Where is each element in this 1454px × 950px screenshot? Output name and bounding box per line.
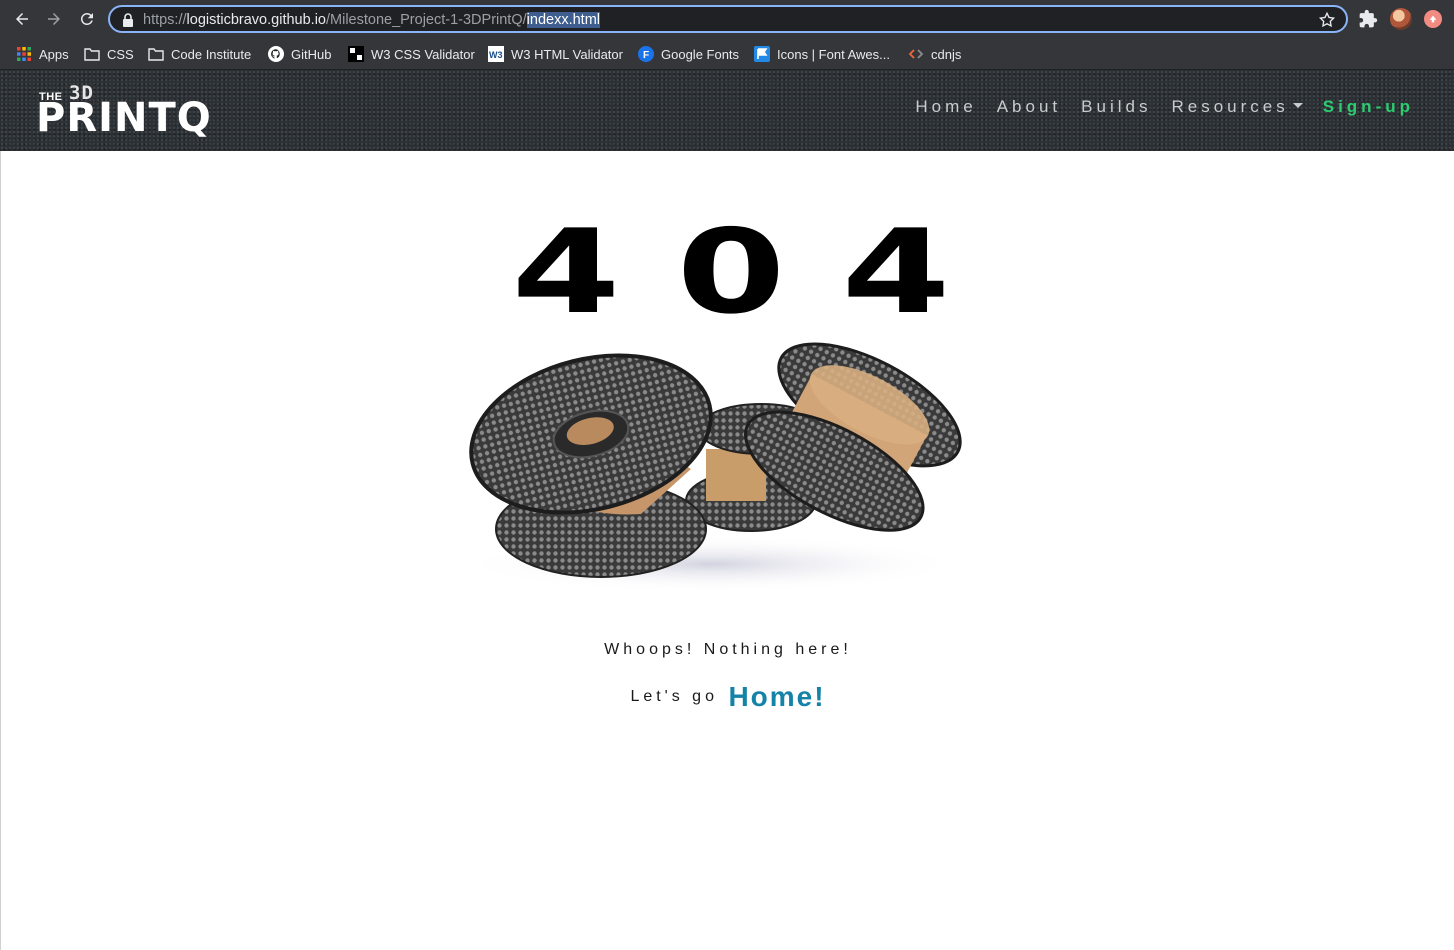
w3-css-icon [348,46,364,62]
folder-icon [148,46,164,62]
url-scheme: https:// [143,12,187,28]
lets-go-text: Let's go [630,688,718,705]
bookmark-w3-html-validator[interactable]: W3 W3 HTML Validator [488,43,623,65]
w3-html-icon: W3 [488,46,504,62]
bookmark-w3-css-validator[interactable]: W3 CSS Validator [348,43,475,65]
filament-spools-image [461,342,962,592]
error-message: Whoops! Nothing here! [604,641,852,658]
bookmark-label: W3 CSS Validator [371,46,475,62]
apps-grid-icon [16,46,32,62]
bookmark-apps[interactable]: Apps [16,43,69,65]
forward-button[interactable] [42,7,66,31]
bookmark-label: Icons | Font Awes... [777,46,890,62]
error-digit: 4 [841,205,951,340]
nav-about[interactable]: About [997,97,1061,117]
site-header: THE 3D PRINTQ Home About Builds Resource… [0,70,1454,151]
extensions-puzzle-icon[interactable] [1358,9,1378,29]
bookmarks-bar: Apps CSS Code Institute GitHub W3 CSS Va… [0,38,1454,70]
bookmark-github[interactable]: GitHub [268,43,331,65]
browser-toolbar: https://logisticbravo.github.io/Mileston… [0,0,1454,38]
svg-text:F: F [643,50,649,61]
bookmark-label: Google Fonts [661,46,740,62]
reload-icon [80,12,93,25]
reload-button[interactable] [75,7,99,31]
error-digit: 0 [676,205,786,340]
error-digit: 4 [511,205,621,340]
logo-printq: PRINTQ [36,95,212,141]
url-text: https://logisticbravo.github.io/Mileston… [143,11,600,29]
address-bar[interactable]: https://logisticbravo.github.io/Mileston… [108,5,1348,33]
back-button[interactable] [10,7,34,31]
nav-home[interactable]: Home [915,97,976,117]
lock-icon [123,13,133,27]
bookmark-label: cdnjs [931,46,962,62]
bookmark-label: CSS [107,46,134,62]
bookmark-label: GitHub [291,46,332,62]
cdnjs-icon [908,46,924,62]
bookmark-google-fonts[interactable]: F Google Fonts [638,43,739,65]
bookmark-css[interactable]: CSS [84,43,134,65]
home-link[interactable]: Home! [728,681,825,712]
url-selected: indexx.html [526,12,600,28]
font-awesome-icon [754,46,770,62]
caret-down-icon [1292,103,1303,109]
url-path: /Milestone_Project-1-3DPrintQ/ [325,12,527,28]
bookmark-font-awesome[interactable]: Icons | Font Awes... [754,43,890,65]
nav-signup[interactable]: Sign-up [1323,97,1414,117]
nav-resources-label: Resources [1171,97,1289,116]
google-fonts-icon: F [638,46,654,62]
bookmark-label: Code Institute [171,46,252,62]
back-arrow-icon [16,13,28,25]
home-prompt: Let's go Home! [1,681,1454,713]
forward-arrow-icon [48,13,60,25]
browser-chrome: https://logisticbravo.github.io/Mileston… [0,0,1454,70]
url-host: logisticbravo.github.io [186,12,326,28]
update-icon[interactable] [1424,10,1442,28]
main-nav: Home About Builds Resources Sign-up [895,97,1414,117]
error-page: 4 0 4 Whoops! Nothing here! Let's go Hom… [0,151,1454,950]
profile-avatar[interactable] [1390,8,1412,30]
bookmark-cdnjs[interactable]: cdnjs [908,43,961,65]
bookmark-label: W3 HTML Validator [511,46,623,62]
bookmark-star-icon[interactable] [1318,11,1336,29]
github-icon [268,46,284,62]
nav-builds[interactable]: Builds [1081,97,1151,117]
error-code: 4 0 4 [511,205,951,340]
bookmark-label: Apps [39,46,69,62]
nav-resources[interactable]: Resources [1171,97,1303,117]
svg-text:W3: W3 [489,50,503,60]
bookmark-code-institute[interactable]: Code Institute [148,43,251,65]
folder-icon [84,46,100,62]
site-logo[interactable]: THE 3D PRINTQ [36,82,211,139]
